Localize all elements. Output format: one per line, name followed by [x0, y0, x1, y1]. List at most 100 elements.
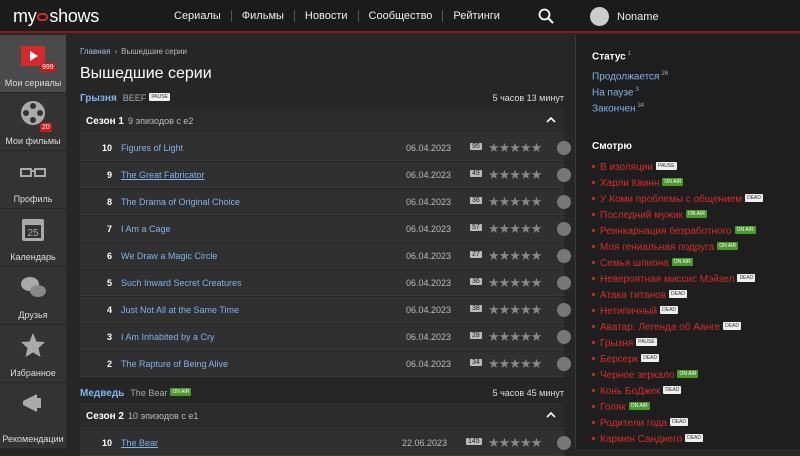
comment-count-badge[interactable]: 57 — [470, 224, 482, 231]
episode-date: 22.06.2023 — [402, 438, 448, 448]
comment-count-badge[interactable]: 145 — [466, 438, 482, 445]
episode-title[interactable]: The Great Fabricator — [121, 170, 205, 180]
breadcrumb: Главная › Вышедшие серии — [80, 47, 187, 56]
mark-watched-checkbox[interactable] — [557, 141, 571, 155]
watching-item[interactable]: Последний мужик ON AIR — [592, 210, 707, 221]
status-badge: ON AIR — [628, 402, 650, 410]
episode-title[interactable]: Just Not All at the Same Time — [121, 305, 239, 315]
episode-number: 10 — [101, 438, 112, 448]
sidebar-item-recommendations[interactable]: Рекомендации — [0, 383, 66, 449]
comment-count-badge[interactable]: 38 — [470, 305, 482, 312]
episode-title[interactable]: Figures of Light — [121, 143, 183, 153]
mark-watched-checkbox[interactable] — [557, 195, 571, 209]
watching-item[interactable]: Кармен Сандиего DEAD — [592, 434, 703, 445]
mark-watched-checkbox[interactable] — [557, 436, 571, 450]
episode-title[interactable]: Such Inward Secret Creatures — [121, 278, 242, 288]
watching-item[interactable]: Черное зеркало ON AIR — [592, 370, 699, 381]
right-panel: Статус 1 Продолжается 26 На паузе 3 Законче… — [575, 35, 800, 449]
mark-watched-checkbox[interactable] — [557, 330, 571, 344]
comment-count-badge[interactable]: 34 — [470, 359, 482, 366]
sidebar-item-label: Мои фильмы — [5, 136, 61, 146]
show-title[interactable]: Медведь — [80, 388, 124, 399]
watching-item[interactable]: Семья шпиона ON AIR — [592, 258, 693, 269]
episode-row: 6 We Draw a Magic Circle 06.04.2023 27 ★… — [80, 243, 571, 269]
mark-watched-checkbox[interactable] — [557, 303, 571, 317]
show-title[interactable]: Грызня — [80, 93, 117, 104]
season-header[interactable]: Сезон 2 10 эпизодов с e1 — [80, 403, 564, 429]
rating-stars[interactable]: ★★★★★ — [488, 194, 542, 210]
show-watch-time: 5 часов 45 минут — [492, 388, 564, 398]
episode-title[interactable]: I Am a Cage — [121, 224, 171, 234]
breadcrumb-home[interactable]: Главная — [80, 47, 110, 56]
episode-title[interactable]: The Bear — [121, 438, 158, 448]
nav-community[interactable]: Сообщество — [357, 10, 443, 22]
mark-watched-checkbox[interactable] — [557, 249, 571, 263]
user-menu[interactable]: Noname — [590, 7, 659, 26]
watching-item[interactable]: В изоляции PAUSE — [592, 162, 677, 173]
watching-item[interactable]: Харли Квинн ON AIR — [592, 178, 684, 189]
watching-item[interactable]: Невероятная миссис Мэйзел DEAD — [592, 274, 756, 285]
page-title: Вышедшие серии — [80, 65, 212, 82]
chevron-up-icon[interactable] — [546, 115, 556, 125]
sidebar-item-my-movies[interactable]: 20 Мои фильмы — [0, 93, 66, 151]
status-continuing[interactable]: Продолжается 26 — [592, 71, 668, 82]
rating-stars[interactable]: ★★★★★ — [488, 302, 542, 318]
comment-count-badge[interactable]: 27 — [470, 251, 482, 258]
mark-watched-checkbox[interactable] — [557, 222, 571, 236]
avatar — [590, 7, 609, 26]
rating-stars[interactable]: ★★★★★ — [488, 329, 542, 345]
sidebar-item-my-series[interactable]: 999 Мои сериалы — [0, 35, 66, 93]
season-header[interactable]: Сезон 1 9 эпизодов с e2 — [80, 108, 564, 134]
sidebar-item-favorites[interactable]: Избранное — [0, 325, 66, 383]
watching-item[interactable]: Нетипичный DEAD — [592, 306, 679, 317]
watching-item[interactable]: Реинкарнация безработного ON AIR — [592, 226, 756, 237]
show-header: Грызня BEEF PAUSE 5 часов 13 минут — [80, 93, 564, 107]
rating-stars[interactable]: ★★★★★ — [488, 275, 542, 291]
watching-item[interactable]: Родители года DEAD — [592, 418, 688, 429]
episode-row: 7 I Am a Cage 06.04.2023 57 ★★★★★ — [80, 216, 571, 242]
rating-stars[interactable]: ★★★★★ — [488, 248, 542, 264]
watching-item[interactable]: Аватар: Легенда об Аанге DEAD — [592, 322, 741, 333]
status-ended[interactable]: Закончен 34 — [592, 103, 644, 114]
watching-item[interactable]: Грызня PAUSE — [592, 338, 657, 349]
episode-title[interactable]: I Am Inhabited by a Cry — [121, 332, 215, 342]
rating-stars[interactable]: ★★★★★ — [488, 140, 542, 156]
nav-ratings[interactable]: Рейтинги — [442, 10, 510, 22]
movies-count-badge: 20 — [40, 123, 52, 132]
comment-count-badge[interactable]: 28 — [470, 332, 482, 339]
nav-series[interactable]: Сериалы — [164, 10, 231, 22]
episode-title[interactable]: The Drama of Original Choice — [121, 197, 240, 207]
search-icon[interactable] — [538, 8, 554, 24]
rating-stars[interactable]: ★★★★★ — [488, 221, 542, 237]
episode-row: 4 Just Not All at the Same Time 06.04.20… — [80, 297, 571, 323]
watching-item[interactable]: Атака титанов DEAD — [592, 290, 687, 301]
status-badge: DEAD — [685, 434, 703, 442]
comment-count-badge[interactable]: 36 — [470, 278, 482, 285]
comment-count-badge[interactable]: 36 — [470, 197, 482, 204]
sidebar-item-friends[interactable]: Друзья — [0, 267, 66, 325]
comment-count-badge[interactable]: 49 — [470, 170, 482, 177]
rating-stars[interactable]: ★★★★★ — [488, 356, 542, 372]
nav-movies[interactable]: Фильмы — [230, 10, 294, 22]
watching-item[interactable]: Конь БоДжек DEAD — [592, 386, 682, 397]
watching-item[interactable]: Берсерк DEAD — [592, 354, 660, 365]
chevron-up-icon[interactable] — [546, 410, 556, 420]
episode-title[interactable]: The Rapture of Being Alive — [121, 359, 228, 369]
status-paused[interactable]: На паузе 3 — [592, 87, 639, 98]
nav-news[interactable]: Новости — [293, 10, 358, 22]
top-bar: my shows Сериалы Фильмы Новости Сообществ… — [0, 0, 800, 33]
sidebar-item-profile[interactable]: Профиль — [0, 151, 66, 209]
site-logo[interactable]: my shows — [13, 6, 99, 27]
mark-watched-checkbox[interactable] — [557, 276, 571, 290]
mark-watched-checkbox[interactable] — [557, 168, 571, 182]
watching-item[interactable]: Моя гениальная подруга ON AIR — [592, 242, 739, 253]
episode-date: 06.04.2023 — [406, 224, 452, 234]
sidebar-item-calendar[interactable]: 25 Календарь — [0, 209, 66, 267]
rating-stars[interactable]: ★★★★★ — [488, 167, 542, 183]
watching-item[interactable]: Голяк ON AIR — [592, 402, 650, 413]
status-badge: ON AIR — [671, 258, 693, 266]
mark-watched-checkbox[interactable] — [557, 357, 571, 371]
episode-title[interactable]: We Draw a Magic Circle — [121, 251, 217, 261]
watching-item[interactable]: У Коми проблемы с общением DEAD — [592, 194, 764, 205]
comment-count-badge[interactable]: 95 — [470, 143, 482, 150]
